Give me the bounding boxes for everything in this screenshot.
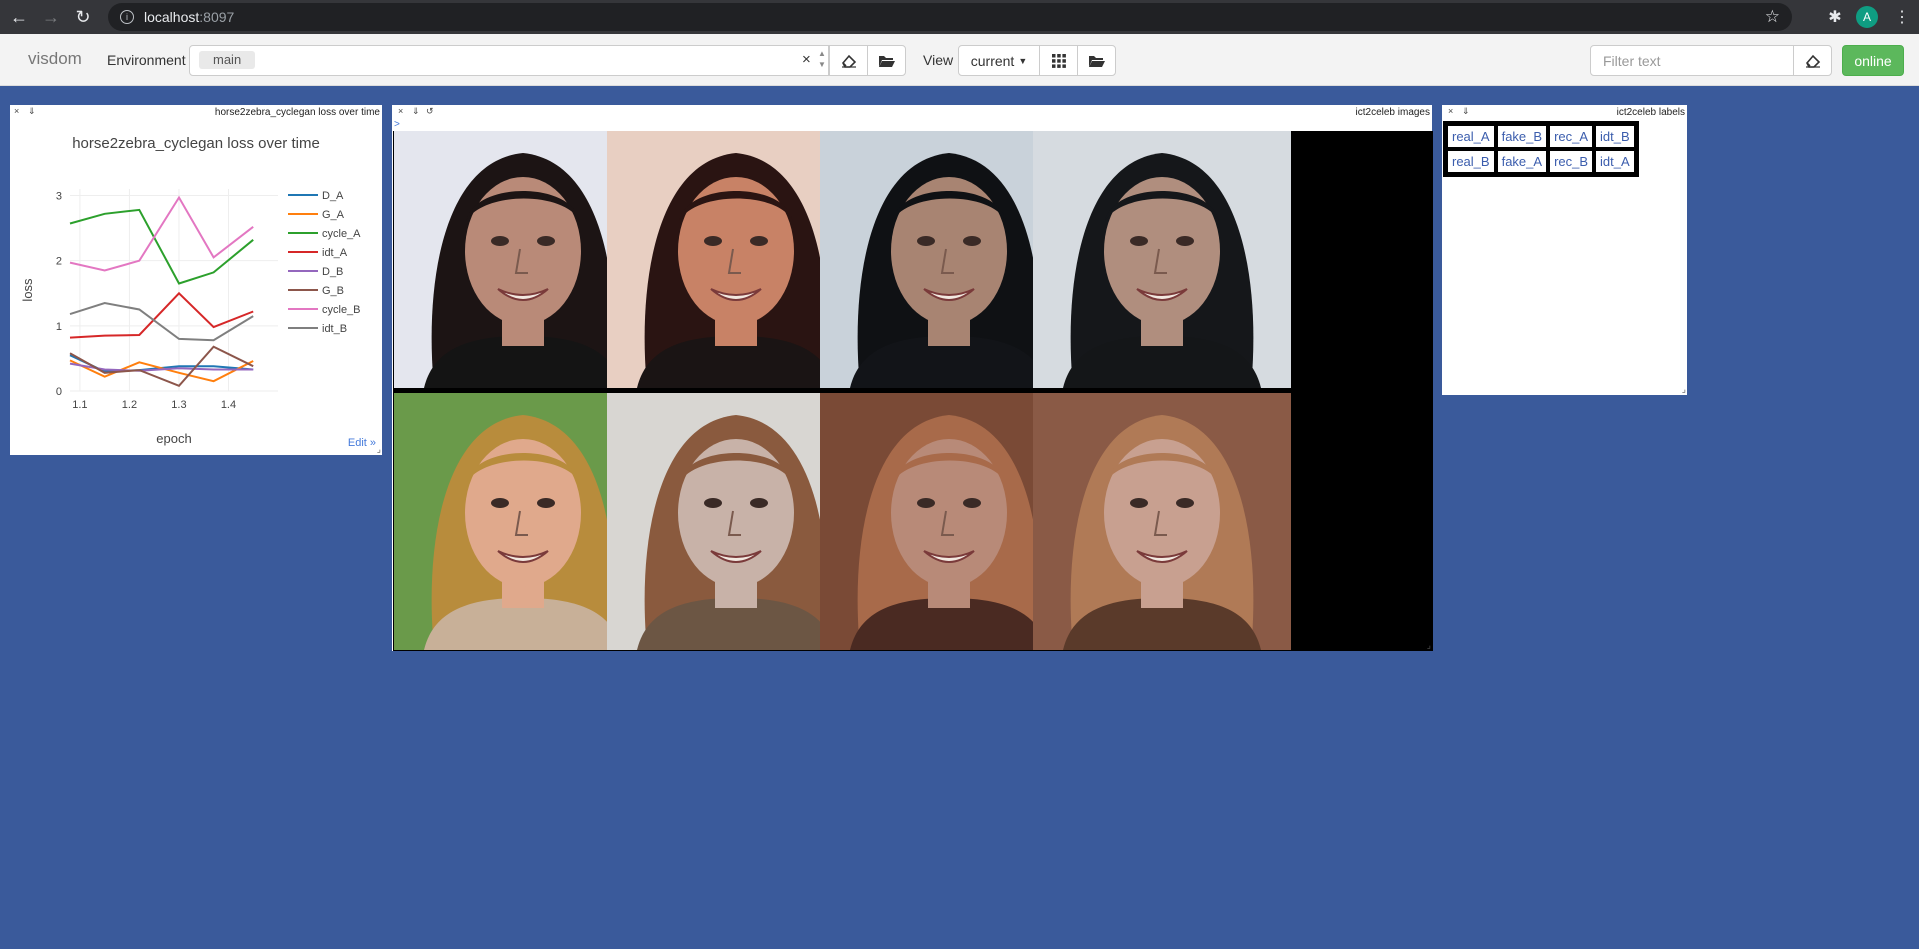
images-pane[interactable]: × ⇓ ↺ ict2celeb images > ⌟ [392,105,1433,651]
pane-title: ict2celeb images [1355,107,1430,118]
puzzle-icon[interactable]: ✱ [1822,4,1848,30]
labels-pane[interactable]: × ⇓ ict2celeb labels real_A fake_B rec_A… [1442,105,1687,395]
x-tick-label: 1.2 [122,399,137,411]
pane-titlebar[interactable]: × ⇓ ict2celeb labels [1442,105,1687,119]
table-cell: rec_B [1548,149,1595,174]
line-chart[interactable]: 0 1 2 3 1.1 1.2 1.3 1.4 epoch loss D_A G_A cycle_Aid… [10,105,382,455]
brand-logo[interactable]: visdom [28,49,82,69]
close-icon[interactable]: × [1448,106,1453,116]
y-tick-label: 3 [56,191,62,203]
eraser-icon[interactable] [1793,45,1832,76]
filter-text-input[interactable] [1590,45,1794,76]
environment-chip[interactable]: main [199,51,256,69]
legend-label-G_B: G_B [322,285,344,297]
environment-label: Environment [107,52,186,68]
view-dropdown[interactable]: current ▼ [958,45,1040,76]
clear-environment-icon[interactable]: × [802,51,811,68]
chevron-updown-icon[interactable]: ▲ ▼ [818,48,826,70]
table-cell: fake_A [1495,149,1549,174]
forward-arrow-icon[interactable]: → [38,4,64,30]
reload-icon[interactable]: ↻ [70,4,96,30]
x-axis-label: epoch [156,431,191,446]
pane-title: ict2celeb labels [1616,107,1685,118]
profile-avatar[interactable]: A [1856,6,1878,28]
series-line-cycle_A [69,208,254,285]
table-cell: real_B [1446,149,1496,174]
legend-label-idt_B: idt_B [322,323,347,335]
reset-icon[interactable]: ↺ [426,106,434,117]
table-row: real_A fake_B rec_A idt_B [1446,124,1636,149]
download-icon[interactable]: ⇓ [412,106,420,117]
back-arrow-icon[interactable]: ← [6,4,32,30]
labels-table: real_A fake_B rec_A idt_B real_B fake_A … [1443,121,1639,177]
download-icon[interactable]: ⇓ [1462,106,1470,117]
legend-label-D_B: D_B [322,266,343,278]
grid-icon[interactable] [1039,45,1078,76]
y-axis-label: loss [20,278,35,302]
x-tick-label: 1.3 [171,399,186,411]
resize-handle-icon[interactable]: ⌟ [377,445,381,454]
star-icon[interactable]: ☆ [1765,7,1780,27]
pane-titlebar[interactable]: × ⇓ ↺ ict2celeb images [392,105,1432,119]
view-label: View [923,52,954,68]
folder-open-icon[interactable] [1077,45,1116,76]
series-line-cycle_B [69,195,254,272]
table-row: real_B fake_A rec_B idt_A [1446,149,1636,174]
y-tick-label: 2 [56,256,62,268]
legend-label-cycle_B: cycle_B [322,304,361,316]
eraser-icon[interactable] [829,45,868,76]
menu-dots-icon[interactable]: ⋮ [1892,4,1912,30]
legend-label-cycle_A: cycle_A [322,228,361,240]
x-tick-label: 1.4 [221,399,236,411]
image-grid [393,131,1433,651]
environment-select[interactable]: main × ▲ ▼ [189,45,829,76]
address-bar[interactable]: i localhost:8097 ☆ [108,3,1792,31]
table-cell: idt_B [1594,124,1636,149]
series-line-idt_A [69,291,254,339]
y-tick-label: 1 [56,321,62,333]
y-tick-label: 0 [56,386,62,398]
visdom-navbar: visdom Environment main × ▲ ▼ View curren… [0,34,1919,86]
table-cell: real_A [1446,124,1496,149]
table-cell: idt_A [1594,149,1636,174]
folder-open-icon[interactable] [867,45,906,76]
x-tick-label: 1.1 [72,399,87,411]
view-dropdown-label: current [970,52,1015,69]
result-image [1033,131,1291,388]
online-status-button[interactable]: online [1842,45,1904,76]
legend-label-G_A: G_A [322,209,345,221]
resize-handle-icon[interactable]: ⌟ [1427,641,1431,650]
plot-pane[interactable]: × ⇓ horse2zebra_cyclegan loss over time … [10,105,382,455]
url-host: localhost [144,9,200,25]
resize-handle-icon[interactable]: ⌟ [1682,385,1686,394]
caret-down-icon: ▼ [1018,55,1028,66]
info-icon[interactable]: i [120,10,134,24]
legend-label-D_A: D_A [322,190,344,202]
url-port: :8097 [199,9,235,25]
caret-right-icon: > [394,119,400,130]
table-cell: rec_A [1548,124,1595,149]
edit-link[interactable]: Edit » [348,437,376,449]
browser-toolbar: ← → ↻ i localhost:8097 ☆ ✱ A ⋮ [0,0,1919,34]
table-cell: fake_B [1495,124,1549,149]
result-image [1033,393,1291,650]
close-icon[interactable]: × [398,106,403,116]
legend-label-idt_A: idt_A [322,247,348,259]
